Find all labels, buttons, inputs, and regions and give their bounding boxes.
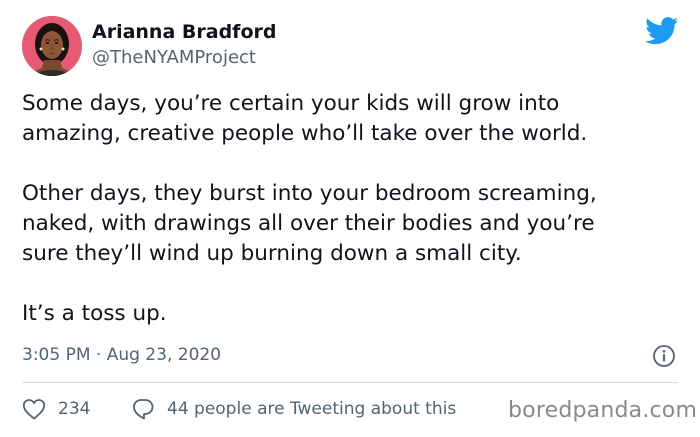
avatar[interactable] — [22, 16, 82, 76]
tweet-text: Some days, you’re certain your kids will… — [22, 89, 682, 329]
tweet-paragraph: Other days, they burst into your bedroom… — [22, 179, 682, 269]
author-name[interactable]: Arianna Bradford — [92, 21, 276, 43]
tweet-line: sure they’ll wind up burning down a smal… — [22, 241, 522, 266]
tweet-line: It’s a toss up. — [22, 301, 167, 326]
tweet-line: naked, with drawings all over their bodi… — [22, 211, 595, 236]
tweet-paragraph: Some days, you’re certain your kids will… — [22, 89, 682, 149]
speech-bubble-icon — [133, 399, 154, 420]
like-button[interactable]: 234 — [22, 396, 90, 422]
info-icon[interactable] — [652, 344, 676, 368]
people-tweeting-text: 44 people are Tweeting about this — [167, 399, 457, 419]
people-tweeting-link[interactable]: 44 people are Tweeting about this — [131, 396, 456, 422]
tweet-line: amazing, creative people who’ll take ove… — [22, 121, 588, 146]
twitter-bird-icon[interactable] — [645, 17, 679, 45]
like-count: 234 — [58, 399, 91, 419]
avatar-portrait — [22, 16, 82, 76]
divider — [22, 382, 678, 383]
tweet-line: Some days, you’re certain your kids will… — [22, 91, 560, 116]
watermark: boredpanda.com — [508, 398, 698, 423]
author-handle[interactable]: @TheNYAMProject — [92, 47, 256, 68]
heart-icon — [22, 399, 46, 420]
tweet-line: Other days, they burst into your bedroom… — [22, 181, 597, 206]
tweet-timestamp[interactable]: 3:05 PM · Aug 23, 2020 — [22, 345, 221, 365]
tweet-paragraph: It’s a toss up. — [22, 299, 682, 329]
